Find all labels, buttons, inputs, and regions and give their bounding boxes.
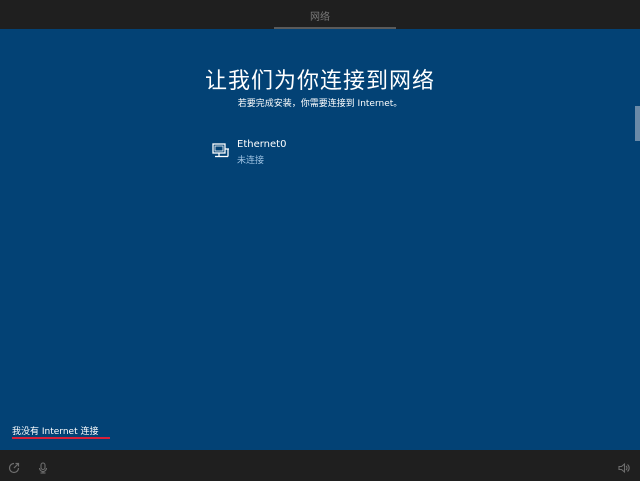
network-status: 未连接: [237, 156, 265, 166]
top-bar: 网络: [0, 0, 640, 29]
network-name: Ethernet0: [237, 139, 287, 150]
network-list-item-ethernet0[interactable]: Ethernet0 未连接: [208, 137, 448, 167]
page-subtitle: 若要完成安装，你需要连接到 Internet。: [237, 99, 403, 109]
link-focus-underline: [12, 437, 110, 439]
no-internet-link[interactable]: 我没有 Internet 连接: [12, 424, 98, 437]
ethernet-icon: [212, 143, 230, 159]
section-title: 网络: [310, 12, 330, 23]
microphone-icon[interactable]: [37, 459, 49, 474]
bottom-bar: [0, 450, 640, 481]
scrollbar-thumb[interactable]: [635, 106, 640, 141]
main-panel: 让我们为你连接到网络 若要完成安装，你需要连接到 Internet。 Ether…: [0, 29, 640, 450]
page-title: 让我们为你连接到网络: [204, 69, 435, 94]
ease-of-access-icon[interactable]: [8, 459, 20, 474]
volume-icon[interactable]: [618, 459, 630, 474]
oobe-screen: 网络 让我们为你连接到网络 若要完成安装，你需要连接到 Internet。 Et…: [0, 0, 640, 481]
